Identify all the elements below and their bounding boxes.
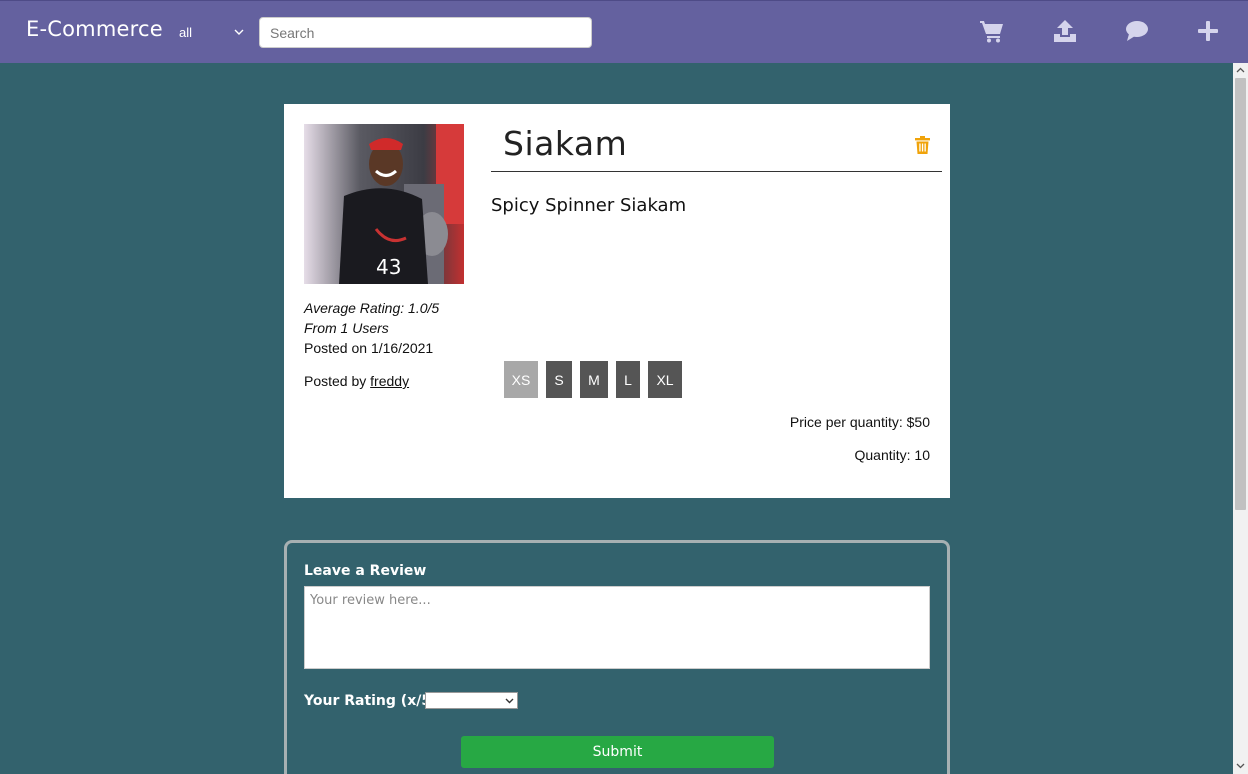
trash-icon[interactable]: [915, 136, 930, 154]
review-heading: Leave a Review: [304, 563, 427, 579]
scrollbar-thumb[interactable]: [1235, 78, 1246, 510]
posted-by: Posted by freddy: [304, 373, 409, 389]
price-per-quantity: Price per quantity: $50: [789, 414, 930, 430]
chat-icon[interactable]: [1124, 19, 1150, 43]
size-button-l[interactable]: L: [616, 361, 640, 398]
cart-icon[interactable]: [979, 19, 1005, 43]
submit-review-button[interactable]: Submit: [461, 736, 774, 768]
product-title: Siakam: [503, 124, 628, 163]
category-select-value: all: [179, 25, 193, 40]
jersey-number: 43: [376, 255, 401, 279]
title-divider: [491, 171, 942, 172]
plus-icon[interactable]: [1195, 19, 1221, 43]
review-textarea[interactable]: [304, 586, 930, 669]
size-button-xl[interactable]: XL: [648, 361, 682, 398]
brand-logo[interactable]: E-Commerce: [26, 17, 163, 41]
chevron-down-icon: [505, 698, 514, 704]
average-rating: Average Rating: 1.0/5: [304, 300, 440, 316]
chevron-down-icon: [234, 29, 244, 35]
posted-date: Posted on 1/16/2021: [304, 340, 434, 356]
size-button-xs[interactable]: XS: [504, 361, 538, 398]
upload-icon[interactable]: [1052, 19, 1078, 43]
product-description: Spicy Spinner Siakam: [491, 195, 687, 216]
rating-user-count: From 1 Users: [304, 320, 389, 336]
product-card: 43 Average Rating: 1.0/5 From 1 Users Po…: [284, 104, 950, 498]
quantity-available: Quantity: 10: [854, 447, 931, 463]
size-button-m[interactable]: M: [580, 361, 608, 398]
scroll-down-icon[interactable]: [1236, 761, 1245, 770]
seller-link[interactable]: freddy: [370, 373, 409, 389]
scroll-up-icon[interactable]: [1236, 66, 1245, 75]
posted-by-prefix: Posted by: [304, 373, 371, 389]
review-form: Leave a Review Your Rating (x/5): Submit: [284, 540, 950, 774]
rating-label: Your Rating (x/5):: [304, 693, 444, 709]
search-input[interactable]: [259, 17, 592, 48]
rating-select[interactable]: [425, 692, 518, 709]
top-navbar: E-Commerce all: [0, 0, 1248, 63]
size-button-s[interactable]: S: [546, 361, 572, 398]
category-select[interactable]: all: [170, 19, 250, 47]
product-image: 43: [304, 124, 464, 284]
